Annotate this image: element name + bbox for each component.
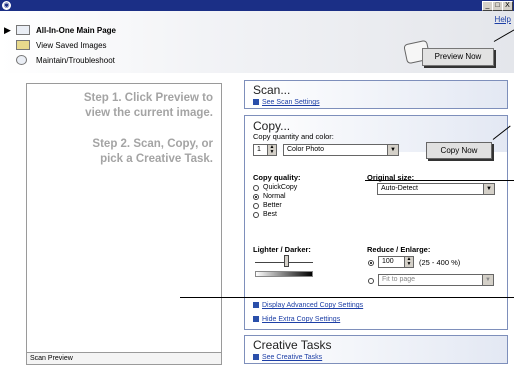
- lighter-darker-label: Lighter / Darker:: [253, 245, 311, 254]
- radio-icon: [368, 277, 374, 284]
- step1-line2: view the current image.: [85, 107, 213, 119]
- preview-status: Scan Preview: [27, 352, 221, 364]
- close-button[interactable]: X: [502, 1, 513, 11]
- title-bar: [0, 0, 514, 11]
- callout-line: [365, 180, 514, 181]
- quantity-value: 1: [257, 146, 261, 153]
- step2-line2: pick a Creative Task.: [100, 153, 213, 165]
- copy-title: Copy...: [253, 119, 291, 133]
- quality-label: Copy quality:: [253, 173, 301, 182]
- scan-title: Scan...: [253, 83, 291, 97]
- settings-icon: [253, 301, 259, 308]
- original-size-select[interactable]: Auto-Detect ▼: [377, 183, 495, 195]
- help-link[interactable]: Help: [495, 15, 511, 24]
- copy-now-button[interactable]: Copy Now: [426, 142, 492, 159]
- step2-line1: Step 2. Scan, Copy, or: [92, 138, 213, 150]
- magnifier-icon: [16, 55, 27, 65]
- lightness-gradient: [255, 271, 313, 277]
- spin-arrows-icon[interactable]: ▲ ▼: [404, 257, 413, 267]
- all-in-one-icon: [16, 25, 30, 35]
- color-value: Color Photo: [287, 146, 324, 153]
- chevron-down-icon[interactable]: ▼: [483, 184, 494, 194]
- preview-now-button[interactable]: Preview Now: [422, 48, 494, 66]
- quantity-stepper[interactable]: 1 ▲ ▼: [253, 144, 277, 156]
- percent-value: 100: [382, 258, 394, 265]
- radio-selected-icon: [368, 259, 374, 266]
- copy-subtitle: Copy quantity and color:: [253, 132, 334, 141]
- selected-arrow-icon: ▶: [4, 24, 11, 35]
- scan-link-label: See Scan Settings: [262, 99, 320, 106]
- hide-settings-link[interactable]: Hide Extra Copy Settings: [253, 314, 340, 323]
- quality-radio-group: QuickCopy Normal Better Best: [253, 183, 297, 219]
- chevron-down-icon[interactable]: ▼: [387, 145, 398, 155]
- radio-quickcopy[interactable]: QuickCopy: [253, 183, 297, 192]
- percent-range: (25 - 400 %): [419, 258, 461, 267]
- original-size-value: Auto-Detect: [381, 185, 418, 192]
- spin-arrows-icon[interactable]: ▲ ▼: [267, 145, 276, 155]
- creative-tasks-link[interactable]: See Creative Tasks: [253, 352, 322, 361]
- nav-item-maintain[interactable]: Maintain/Troubleshoot: [4, 53, 115, 67]
- expand-icon: [253, 353, 259, 360]
- expand-icon: [253, 98, 259, 105]
- collapse-icon: [253, 315, 259, 322]
- radio-icon: [253, 202, 259, 209]
- folder-icon: [16, 40, 30, 50]
- hide-link-label: Hide Extra Copy Settings: [262, 316, 341, 323]
- radio-fit-to-page[interactable]: [368, 276, 378, 285]
- nav-label: View Saved Images: [36, 40, 107, 50]
- radio-normal[interactable]: Normal: [253, 192, 297, 201]
- color-select[interactable]: Color Photo ▼: [283, 144, 399, 156]
- nav-item-saved-images[interactable]: View Saved Images: [4, 38, 107, 52]
- radio-percent[interactable]: [368, 258, 378, 267]
- advanced-settings-link[interactable]: Display Advanced Copy Settings: [253, 300, 363, 309]
- advanced-link-label: Display Advanced Copy Settings: [262, 302, 364, 309]
- creative-title: Creative Tasks: [253, 338, 332, 352]
- slider-thumb[interactable]: [284, 255, 290, 267]
- step1-line1: Step 1. Click Preview to: [83, 92, 213, 104]
- radio-selected-icon: [253, 193, 259, 200]
- callout-line: [180, 297, 514, 298]
- chevron-down-icon[interactable]: ▼: [482, 275, 493, 285]
- fit-to-page-select[interactable]: Fit to page ▼: [378, 274, 494, 286]
- scan-panel: Scan... See Scan Settings: [244, 80, 508, 109]
- radio-icon: [253, 184, 259, 191]
- radio-better[interactable]: Better: [253, 201, 297, 210]
- fit-value: Fit to page: [382, 276, 416, 283]
- percent-stepper[interactable]: 100 ▲ ▼: [378, 256, 414, 268]
- radio-icon: [253, 211, 259, 218]
- app-icon[interactable]: ◉: [2, 1, 11, 10]
- creative-link-label: See Creative Tasks: [262, 354, 323, 361]
- radio-best[interactable]: Best: [253, 210, 297, 219]
- nav-label: All-In-One Main Page: [36, 25, 117, 35]
- preview-pane[interactable]: Step 1. Click Preview to view the curren…: [26, 83, 222, 365]
- nav-label: Maintain/Troubleshoot: [36, 55, 115, 65]
- reduce-enlarge-label: Reduce / Enlarge:: [367, 245, 431, 254]
- scan-settings-link[interactable]: See Scan Settings: [253, 97, 320, 106]
- nav-item-main-page[interactable]: ▶ All-In-One Main Page: [4, 23, 116, 37]
- creative-tasks-panel: Creative Tasks See Creative Tasks: [244, 335, 508, 364]
